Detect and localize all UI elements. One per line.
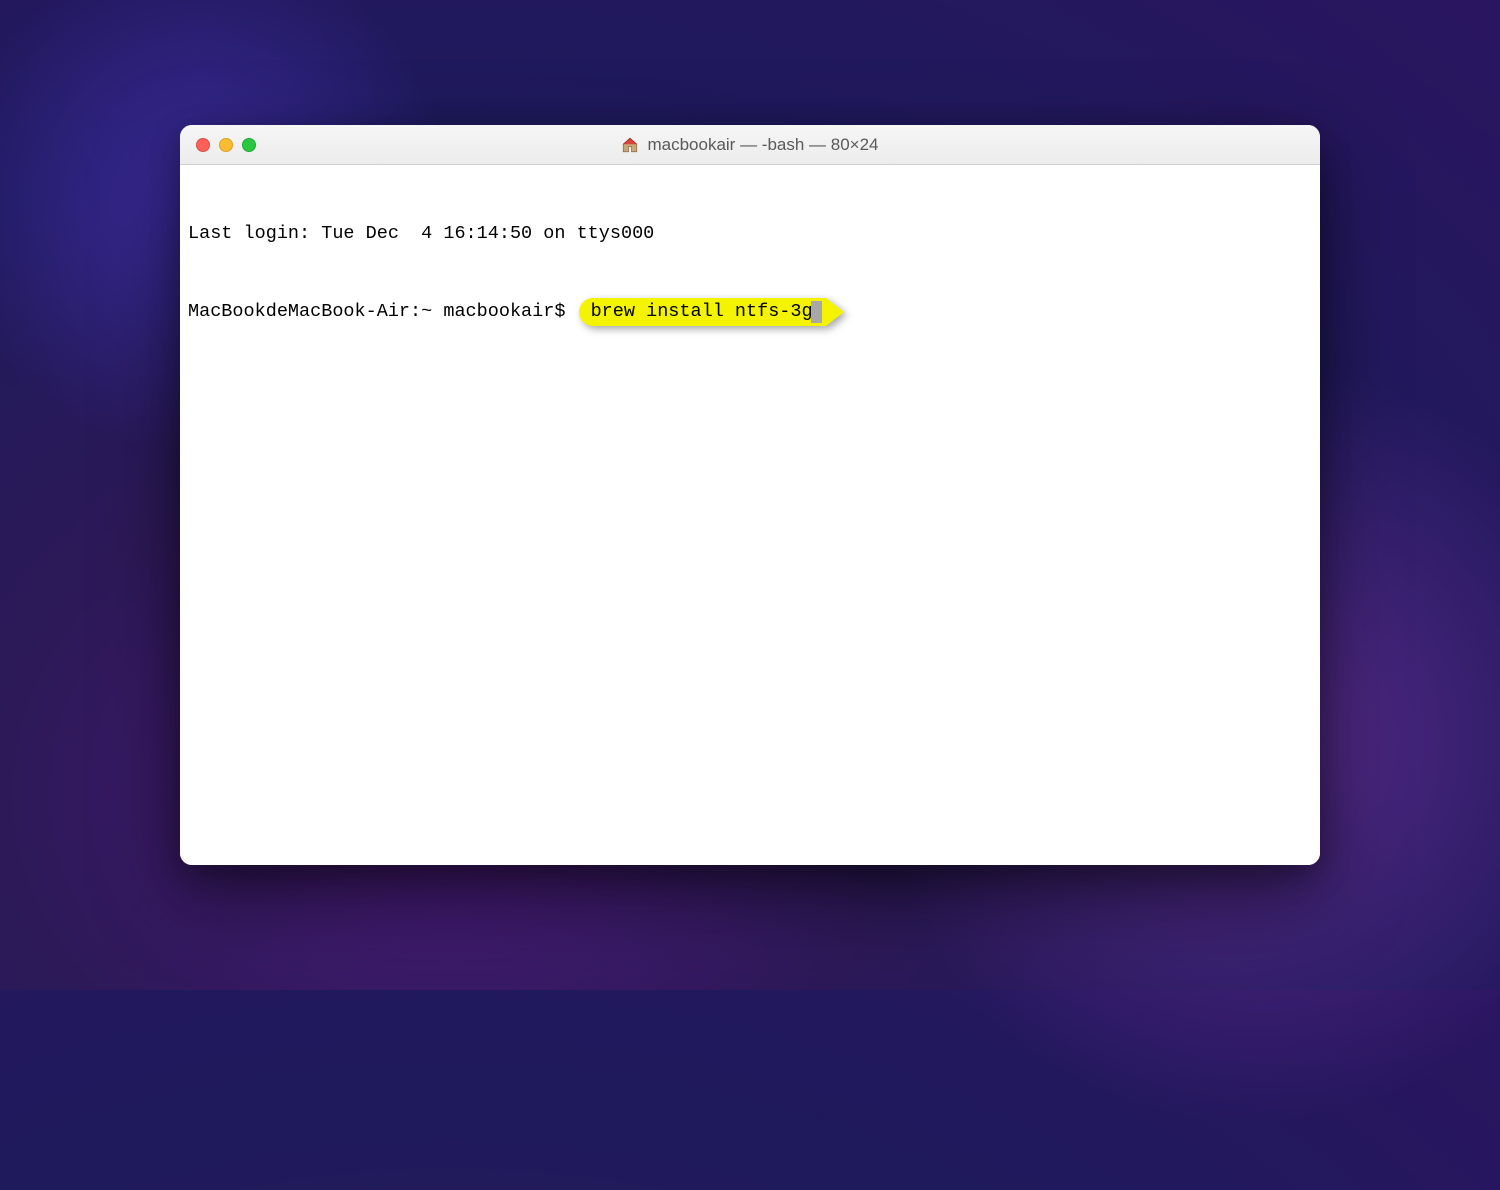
window-title: macbookair — -bash — 80×24 [621, 135, 878, 155]
command-text: brew install ntfs-3g [591, 301, 813, 322]
highlighted-command: brew install ntfs-3g [579, 298, 826, 326]
terminal-cursor [811, 301, 822, 323]
home-icon [621, 136, 639, 154]
last-login-line: Last login: Tue Dec 4 16:14:50 on ttys00… [188, 221, 1312, 247]
titlebar[interactable]: macbookair — -bash — 80×24 [180, 125, 1320, 165]
terminal-prompt: MacBookdeMacBook-Air:~ macbookair$ [188, 299, 577, 325]
window-title-text: macbookair — -bash — 80×24 [647, 135, 878, 155]
minimize-button[interactable] [219, 138, 233, 152]
prompt-line: MacBookdeMacBook-Air:~ macbookair$ brew … [188, 298, 1312, 326]
maximize-button[interactable] [242, 138, 256, 152]
terminal-content[interactable]: Last login: Tue Dec 4 16:14:50 on ttys00… [180, 165, 1320, 865]
terminal-window: macbookair — -bash — 80×24 Last login: T… [180, 125, 1320, 865]
window-controls [196, 138, 256, 152]
close-button[interactable] [196, 138, 210, 152]
